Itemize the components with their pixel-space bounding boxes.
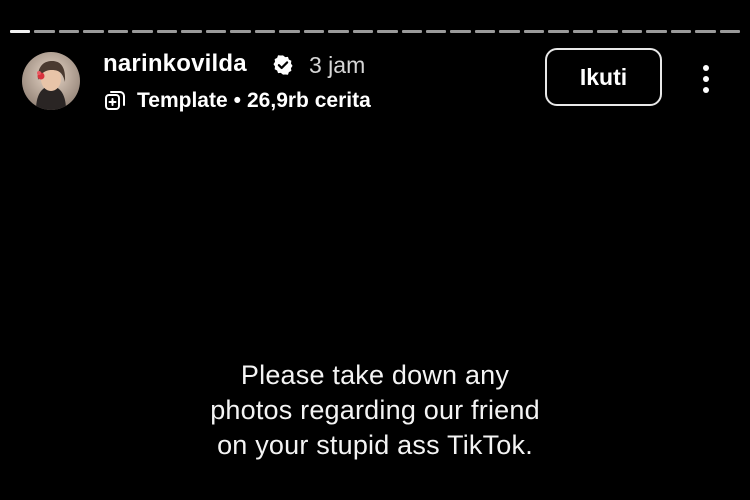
stories-count: 26,9rb cerita (247, 89, 371, 112)
template-info[interactable]: Template • 26,9rb cerita (103, 88, 371, 114)
follow-button[interactable]: Ikuti (545, 48, 662, 106)
avatar-image (22, 52, 80, 110)
story-text-line: on your stupid ass TikTok. (217, 430, 533, 460)
story-text-line: photos regarding our friend (210, 395, 540, 425)
story-viewer: narinkovilda 3 jam Template • 26,9rb cer… (0, 0, 750, 500)
username[interactable]: narinkovilda (103, 50, 247, 78)
template-icon (103, 89, 127, 113)
more-vertical-icon[interactable] (692, 62, 720, 96)
post-time: 3 jam (309, 52, 366, 78)
story-text-line: Please take down any (240, 360, 510, 390)
story-text: Please take down any photos regarding ou… (100, 358, 650, 463)
story-header: narinkovilda 3 jam Template • 26,9rb cer… (0, 0, 750, 130)
template-label: Template (137, 89, 228, 112)
separator-dot: • (233, 89, 241, 112)
verified-badge-icon (272, 54, 294, 76)
avatar[interactable] (22, 52, 80, 110)
